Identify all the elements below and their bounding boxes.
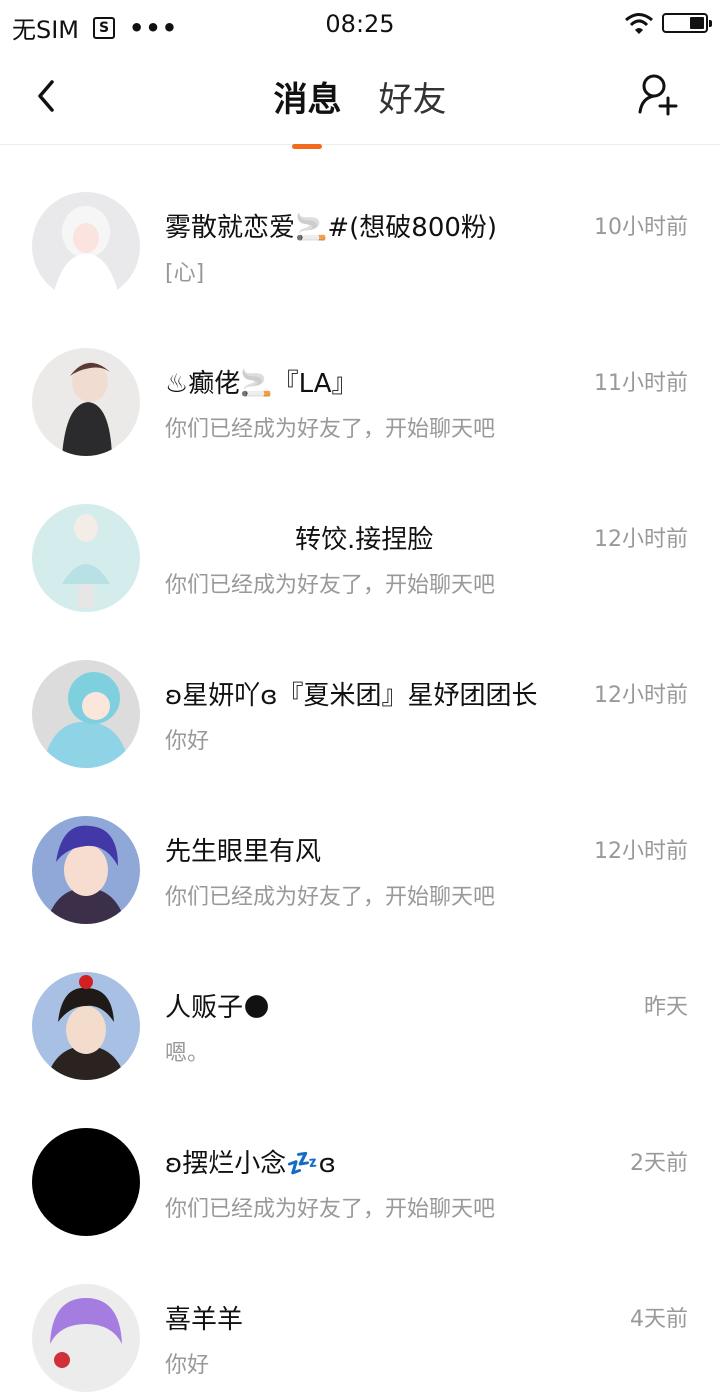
message-preview: 你们已经成为好友了，开始聊天吧 bbox=[165, 573, 496, 598]
battery-icon bbox=[662, 13, 712, 33]
list-item[interactable]: 雾散就恋爱🚬#(想破800粉) 10小时前 [心] bbox=[0, 145, 720, 301]
tab-bar: 消息 好友 bbox=[0, 72, 720, 149]
add-friend-button[interactable] bbox=[636, 72, 680, 120]
contact-name: ♨癫佬🚬『LA』 bbox=[165, 369, 358, 399]
list-item[interactable]: 转饺.接捏脸 12小时前 你们已经成为好友了，开始聊天吧 bbox=[0, 457, 720, 613]
message-time: 10小时前 bbox=[594, 215, 688, 240]
avatar[interactable] bbox=[32, 1284, 140, 1392]
message-preview: 嗯。 bbox=[165, 1041, 210, 1066]
message-time: 12小时前 bbox=[594, 527, 688, 552]
message-preview: [心] bbox=[165, 261, 205, 286]
list-item[interactable]: 先生眼里有风 12小时前 你们已经成为好友了，开始聊天吧 bbox=[0, 769, 720, 925]
tab-friends-label: 好友 bbox=[378, 80, 447, 120]
avatar[interactable] bbox=[32, 348, 140, 456]
status-time: 08:25 bbox=[325, 10, 395, 38]
list-item[interactable]: ʚ星妍吖ɞ『夏米团』星妤团团长 12小时前 你好 bbox=[0, 613, 720, 769]
list-item[interactable]: 喜羊羊 4天前 你好 bbox=[0, 1237, 720, 1393]
avatar[interactable] bbox=[32, 1128, 140, 1236]
message-preview: 你好 bbox=[165, 729, 210, 754]
message-preview: 你们已经成为好友了，开始聊天吧 bbox=[165, 1197, 496, 1222]
avatar[interactable] bbox=[32, 972, 140, 1080]
status-bar: 无SIM S ••• 08:25 bbox=[0, 0, 720, 52]
add-user-icon bbox=[638, 74, 678, 116]
contact-name: 人贩子🌑 bbox=[165, 993, 271, 1023]
tab-friends[interactable]: 好友 bbox=[379, 72, 447, 121]
avatar[interactable] bbox=[32, 192, 140, 300]
contact-name: ʚ星妍吖ɞ『夏米团』星妤团团长 bbox=[165, 681, 538, 711]
message-time: 2天前 bbox=[630, 1151, 688, 1176]
message-preview: 你们已经成为好友了，开始聊天吧 bbox=[165, 885, 496, 910]
list-item[interactable]: ʚ摆烂小念💤ɞ 2天前 你们已经成为好友了，开始聊天吧 bbox=[0, 1081, 720, 1237]
avatar[interactable] bbox=[32, 816, 140, 924]
avatar[interactable] bbox=[32, 504, 140, 612]
list-item[interactable]: ♨癫佬🚬『LA』 11小时前 你们已经成为好友了，开始聊天吧 bbox=[0, 301, 720, 457]
avatar[interactable] bbox=[32, 660, 140, 768]
message-time: 4天前 bbox=[630, 1307, 688, 1332]
message-time: 12小时前 bbox=[594, 839, 688, 864]
contact-name: 转饺.接捏脸 bbox=[165, 525, 434, 555]
wifi-icon bbox=[625, 13, 653, 34]
message-preview: 你好 bbox=[165, 1353, 210, 1378]
contact-name: ʚ摆烂小念💤ɞ bbox=[165, 1149, 336, 1179]
message-list: 雾散就恋爱🚬#(想破800粉) 10小时前 [心] ♨癫佬🚬『LA』 11小时前… bbox=[0, 145, 720, 1393]
status-right bbox=[624, 12, 712, 34]
nav-bar: 消息 好友 bbox=[0, 52, 720, 149]
contact-name: 先生眼里有风 bbox=[165, 837, 322, 867]
message-time: 11小时前 bbox=[594, 371, 688, 396]
contact-name: 雾散就恋爱🚬#(想破800粉) bbox=[165, 213, 498, 243]
list-item[interactable]: 人贩子🌑 昨天 嗯。 bbox=[0, 925, 720, 1081]
tab-messages[interactable]: 消息 bbox=[273, 72, 342, 149]
contact-name: 喜羊羊 bbox=[165, 1305, 244, 1335]
message-time: 12小时前 bbox=[594, 683, 688, 708]
tab-messages-label: 消息 bbox=[273, 80, 342, 120]
message-time: 昨天 bbox=[643, 995, 688, 1020]
message-preview: 你们已经成为好友了，开始聊天吧 bbox=[165, 417, 496, 442]
